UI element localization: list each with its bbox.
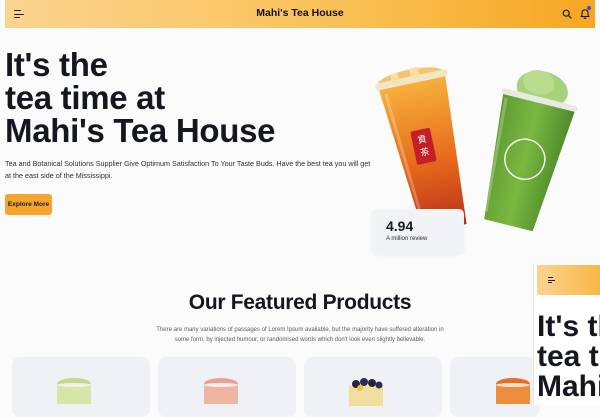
rating-value: 4.94	[386, 218, 414, 234]
rating-label: A million review	[386, 236, 428, 242]
top-nav-bar: Mahi's Tea House	[5, 0, 595, 28]
mini-hero-title: It's th tea tim Mahi's	[537, 312, 600, 402]
hero-title: It's the tea time at Mahi's Tea House	[5, 48, 365, 147]
product-card[interactable]	[12, 357, 150, 417]
product-card[interactable]	[158, 357, 296, 417]
hero-title-line: Mahi's Tea House	[5, 112, 276, 149]
featured-section-description: There are many variations of passages of…	[156, 327, 444, 343]
rating-card: 4.94 A million review	[372, 209, 464, 254]
mini-nav-bar	[537, 265, 600, 295]
hamburger-menu-icon[interactable]	[548, 277, 555, 283]
mini-title-line: tea tim	[537, 340, 600, 373]
brand-title[interactable]: Mahi's Tea House	[5, 7, 595, 19]
search-icon[interactable]	[562, 9, 572, 19]
hero-description: Tea and Botanical Solutions Supplier Giv…	[5, 159, 371, 180]
featured-section-title: Our Featured Products	[188, 291, 412, 314]
product-card[interactable]	[304, 357, 442, 417]
mini-title-line: Mahi's	[537, 370, 600, 403]
mini-title-line: It's th	[537, 310, 600, 343]
product-card[interactable]	[450, 357, 540, 417]
hero-title-line: tea time at	[5, 79, 165, 116]
hero-title-line: It's the	[5, 46, 108, 83]
notification-badge	[587, 6, 591, 10]
mobile-preview-panel: It's th tea tim Mahi's	[533, 265, 600, 405]
explore-more-button[interactable]: Explore More	[5, 194, 52, 215]
